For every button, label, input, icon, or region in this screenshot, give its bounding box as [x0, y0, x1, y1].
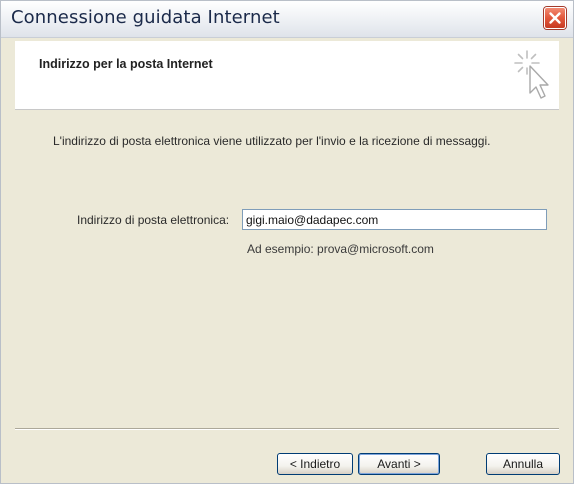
- wizard-header: Indirizzo per la posta Internet: [15, 41, 559, 110]
- close-icon: [549, 12, 561, 24]
- window-title: Connessione guidata Internet: [11, 7, 280, 28]
- close-button[interactable]: [544, 7, 566, 29]
- title-bar[interactable]: Connessione guidata Internet: [1, 1, 573, 38]
- email-field[interactable]: [242, 209, 547, 230]
- wizard-window: Connessione guidata Internet Indirizzo p…: [0, 0, 574, 484]
- footer-divider: [15, 428, 559, 430]
- page-title: Indirizzo per la posta Internet: [39, 57, 213, 71]
- back-button[interactable]: < Indietro: [277, 453, 353, 475]
- intro-text: L'indirizzo di posta elettronica viene u…: [53, 134, 491, 148]
- wizard-content: L'indirizzo di posta elettronica viene u…: [15, 110, 559, 426]
- email-field-label: Indirizzo di posta elettronica:: [77, 213, 230, 227]
- next-button[interactable]: Avanti >: [358, 453, 440, 475]
- wizard-cursor-sparkle-icon: [514, 50, 549, 99]
- cancel-button[interactable]: Annulla: [486, 453, 560, 475]
- example-hint: Ad esempio: prova@microsoft.com: [247, 242, 434, 256]
